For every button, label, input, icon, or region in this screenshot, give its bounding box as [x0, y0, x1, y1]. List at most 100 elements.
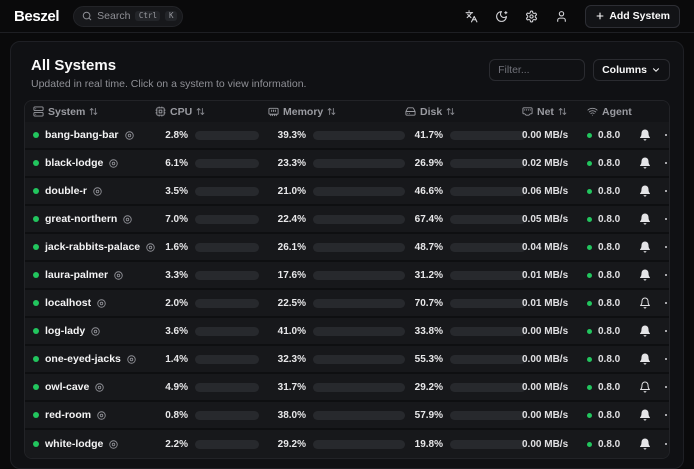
search-input[interactable]: Search Ctrl K [73, 6, 183, 27]
bell-icon[interactable] [633, 241, 657, 253]
add-system-button[interactable]: Add System [585, 5, 680, 28]
memory-meter [313, 327, 405, 336]
search-placeholder: Search [97, 10, 130, 22]
agent-version: 0.8.0 [598, 354, 620, 365]
header-memory[interactable]: Memory [260, 106, 397, 118]
row-menu-ellipsis-icon[interactable] [657, 218, 670, 220]
disk-percent: 29.2% [405, 382, 443, 393]
columns-dropdown-button[interactable]: Columns [593, 59, 670, 81]
bell-icon[interactable] [633, 213, 657, 225]
status-up-dot [33, 244, 39, 250]
table-row[interactable]: black-lodge 6.1% 23.3% 26.9% 0.02 MB/s 0… [25, 150, 669, 178]
header-memory-label: Memory [283, 106, 323, 118]
table-row[interactable]: double-r 3.5% 21.0% 46.6% 0.06 MB/s 0.8.… [25, 178, 669, 206]
bell-icon[interactable] [633, 325, 657, 337]
system-copy-icon [97, 299, 106, 308]
memory-meter [313, 440, 405, 449]
table-row[interactable]: log-lady 3.6% 41.0% 33.8% 0.00 MB/s 0.8.… [25, 318, 669, 346]
memory-meter [313, 271, 405, 280]
row-menu-ellipsis-icon[interactable] [657, 274, 670, 276]
kbd-ctrl: Ctrl [135, 11, 160, 22]
bell-icon[interactable] [633, 438, 657, 450]
agent-status-dot [587, 273, 592, 278]
cpu-icon [155, 106, 166, 117]
memory-percent: 31.7% [268, 382, 306, 393]
bell-icon[interactable] [633, 409, 657, 421]
system-name: bang-bang-bar [45, 129, 119, 141]
system-copy-icon [123, 215, 132, 224]
disk-percent: 55.3% [405, 354, 443, 365]
memory-meter [313, 243, 405, 252]
table-row[interactable]: red-room 0.8% 38.0% 57.9% 0.00 MB/s 0.8.… [25, 402, 669, 430]
status-up-dot [33, 328, 39, 334]
row-menu-ellipsis-icon[interactable] [657, 134, 670, 136]
chevron-down-icon [651, 65, 661, 75]
agent-version: 0.8.0 [598, 326, 620, 337]
system-name: black-lodge [45, 157, 103, 169]
table-row[interactable]: jack-rabbits-palace 1.6% 26.1% 48.7% 0.0… [25, 234, 669, 262]
table-row[interactable]: localhost 2.0% 22.5% 70.7% 0.01 MB/s 0.8… [25, 290, 669, 318]
agent-status-dot [587, 385, 592, 390]
agent-version: 0.8.0 [598, 158, 620, 169]
row-menu-ellipsis-icon[interactable] [657, 330, 670, 332]
agent-version: 0.8.0 [598, 382, 620, 393]
navbar-actions: Add System [459, 4, 680, 28]
row-menu-ellipsis-icon[interactable] [657, 414, 670, 416]
user-icon[interactable] [549, 4, 573, 28]
header-system[interactable]: System [25, 106, 147, 118]
ethernet-icon [522, 106, 533, 117]
bell-icon[interactable] [633, 185, 657, 197]
bell-icon[interactable] [633, 129, 657, 141]
app-logo: Beszel [14, 8, 59, 25]
net-speed: 0.00 MB/s [522, 130, 568, 141]
net-speed: 0.01 MB/s [522, 298, 568, 309]
row-menu-ellipsis-icon[interactable] [657, 302, 670, 304]
bell-icon[interactable] [633, 157, 657, 169]
status-up-dot [33, 300, 39, 306]
settings-gear-icon[interactable] [519, 4, 543, 28]
header-agent[interactable]: Agent [579, 106, 633, 118]
header-cpu-label: CPU [170, 106, 192, 118]
row-menu-ellipsis-icon[interactable] [657, 246, 670, 248]
row-menu-ellipsis-icon[interactable] [657, 386, 670, 388]
bell-icon[interactable] [633, 353, 657, 365]
cpu-meter [195, 271, 259, 280]
status-up-dot [33, 160, 39, 166]
system-name: jack-rabbits-palace [45, 241, 140, 253]
table-row[interactable]: great-northern 7.0% 22.4% 67.4% 0.05 MB/… [25, 206, 669, 234]
row-menu-ellipsis-icon[interactable] [657, 162, 670, 164]
cpu-percent: 3.6% [155, 326, 188, 337]
header-disk[interactable]: Disk [397, 106, 514, 118]
header-net[interactable]: Net [514, 106, 579, 118]
disk-percent: 48.7% [405, 242, 443, 253]
row-menu-ellipsis-icon[interactable] [657, 443, 670, 445]
status-up-dot [33, 412, 39, 418]
net-speed: 0.01 MB/s [522, 270, 568, 281]
row-menu-ellipsis-icon[interactable] [657, 358, 670, 360]
bell-icon[interactable] [633, 381, 657, 393]
filter-input[interactable] [489, 59, 585, 81]
net-speed: 0.06 MB/s [522, 186, 568, 197]
languages-icon[interactable] [459, 4, 483, 28]
systems-table: System CPU Memory Disk Net [24, 100, 670, 459]
moon-star-icon[interactable] [489, 4, 513, 28]
disk-percent: 33.8% [405, 326, 443, 337]
system-copy-icon [114, 271, 123, 280]
kbd-k: K [165, 11, 177, 22]
table-row[interactable]: white-lodge 2.2% 29.2% 19.8% 0.00 MB/s 0… [25, 430, 669, 458]
system-name: red-room [45, 409, 91, 421]
cpu-percent: 4.9% [155, 382, 188, 393]
row-menu-ellipsis-icon[interactable] [657, 190, 670, 192]
memory-meter [313, 215, 405, 224]
table-row[interactable]: owl-cave 4.9% 31.7% 29.2% 0.00 MB/s 0.8.… [25, 374, 669, 402]
table-row[interactable]: laura-palmer 3.3% 17.6% 31.2% 0.01 MB/s … [25, 262, 669, 290]
memory-meter [313, 131, 405, 140]
header-net-label: Net [537, 106, 554, 118]
table-row[interactable]: one-eyed-jacks 1.4% 32.3% 55.3% 0.00 MB/… [25, 346, 669, 374]
add-system-label: Add System [609, 10, 670, 22]
header-cpu[interactable]: CPU [147, 106, 260, 118]
cpu-meter [195, 159, 259, 168]
bell-icon[interactable] [633, 297, 657, 309]
table-row[interactable]: bang-bang-bar 2.8% 39.3% 41.7% 0.00 MB/s… [25, 122, 669, 150]
bell-icon[interactable] [633, 269, 657, 281]
